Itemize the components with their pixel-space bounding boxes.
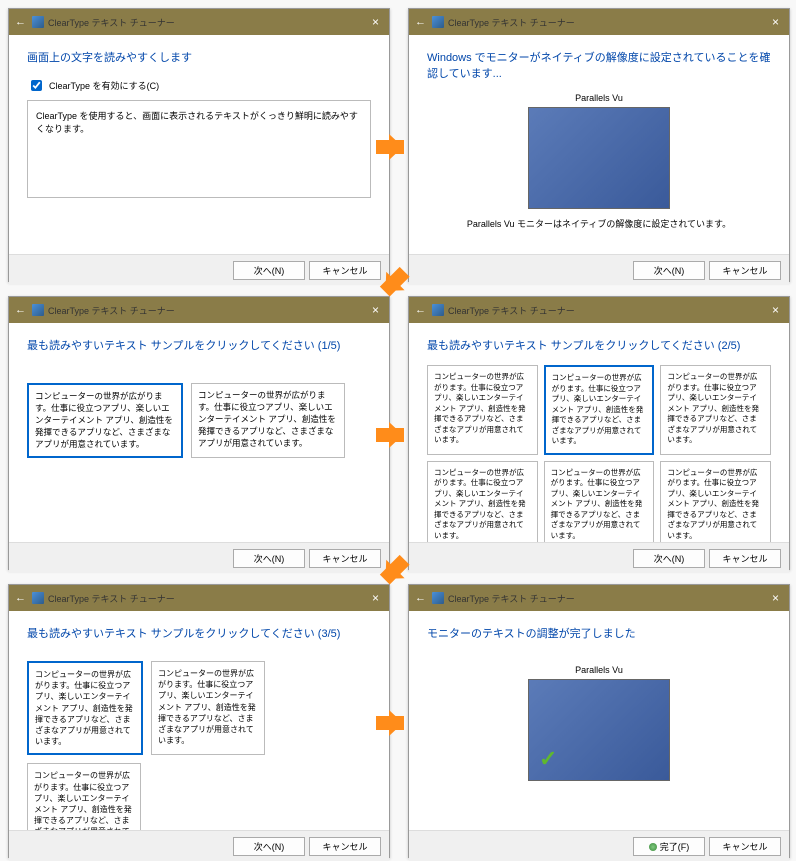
- back-icon[interactable]: ←: [415, 16, 426, 28]
- titlebar: ← ClearType テキスト チューナー ×: [409, 585, 789, 611]
- footer: 次へ(N) キャンセル: [9, 542, 389, 573]
- footer: 次へ(N) キャンセル: [9, 830, 389, 861]
- app-icon: [432, 16, 444, 28]
- close-icon[interactable]: ×: [768, 15, 783, 29]
- page-heading: 最も読みやすいテキスト サンプルをクリックしてください (2/5): [427, 337, 771, 353]
- next-button[interactable]: 次へ(N): [633, 549, 705, 568]
- text-sample[interactable]: コンピューターの世界が広がります。仕事に役立つアプリ、楽しいエンターテイメント …: [427, 365, 538, 455]
- back-icon[interactable]: ←: [415, 592, 426, 604]
- app-title: ClearType テキスト チューナー: [448, 304, 575, 317]
- next-button[interactable]: 次へ(N): [233, 261, 305, 280]
- checkmark-icon: ✓: [539, 746, 557, 772]
- cancel-button[interactable]: キャンセル: [709, 549, 781, 568]
- finish-button[interactable]: 完了(F): [633, 837, 705, 856]
- text-sample[interactable]: コンピューターの世界が広がります。仕事に役立つアプリ、楽しいエンターテイメント …: [544, 461, 655, 549]
- wizard-step-6: ← ClearType テキスト チューナー × モニターのテキストの調整が完了…: [408, 584, 790, 858]
- app-title: ClearType テキスト チューナー: [448, 592, 575, 605]
- text-sample[interactable]: コンピューターの世界が広がります。仕事に役立つアプリ、楽しいエンターテイメント …: [427, 461, 538, 549]
- wizard-step-1: ← ClearType テキスト チューナー × 画面上の文字を読みやすくします…: [8, 8, 390, 282]
- titlebar: ← ClearType テキスト チューナー ×: [9, 297, 389, 323]
- cancel-button[interactable]: キャンセル: [709, 837, 781, 856]
- monitor-preview: ✓: [528, 679, 670, 781]
- wizard-step-4: ← ClearType テキスト チューナー × 最も読みやすいテキスト サンプ…: [408, 296, 790, 570]
- cancel-button[interactable]: キャンセル: [709, 261, 781, 280]
- app-icon: [432, 304, 444, 316]
- monitor-label: Parallels Vu: [427, 665, 771, 675]
- app-icon: [32, 592, 44, 604]
- page-heading: Windows でモニターがネイティブの解像度に設定されていることを確認していま…: [427, 49, 771, 81]
- app-title: ClearType テキスト チューナー: [48, 304, 175, 317]
- arrow-icon: [376, 428, 404, 444]
- titlebar: ← ClearType テキスト チューナー ×: [9, 585, 389, 611]
- app-icon: [32, 16, 44, 28]
- checkbox-label: ClearType を有効にする(C): [49, 79, 159, 92]
- app-title: ClearType テキスト チューナー: [48, 592, 175, 605]
- close-icon[interactable]: ×: [768, 303, 783, 317]
- arrow-icon: [376, 140, 404, 156]
- next-button[interactable]: 次へ(N): [233, 549, 305, 568]
- page-heading: 最も読みやすいテキスト サンプルをクリックしてください (3/5): [27, 625, 371, 641]
- back-icon[interactable]: ←: [15, 304, 26, 316]
- cancel-button[interactable]: キャンセル: [309, 549, 381, 568]
- titlebar: ← ClearType テキスト チューナー ×: [9, 9, 389, 35]
- page-heading: 最も読みやすいテキスト サンプルをクリックしてください (1/5): [27, 337, 371, 353]
- footer: 次へ(N) キャンセル: [409, 542, 789, 573]
- text-sample[interactable]: コンピューターの世界が広がります。仕事に役立つアプリ、楽しいエンターテイメント …: [660, 365, 771, 455]
- text-sample[interactable]: コンピューターの世界が広がります。仕事に役立つアプリ、楽しいエンターテイメント …: [544, 365, 655, 455]
- titlebar: ← ClearType テキスト チューナー ×: [409, 9, 789, 35]
- titlebar: ← ClearType テキスト チューナー ×: [409, 297, 789, 323]
- app-title: ClearType テキスト チューナー: [448, 16, 575, 29]
- cleartype-checkbox-row[interactable]: ClearType を有効にする(C): [27, 77, 371, 94]
- page-heading: 画面上の文字を読みやすくします: [27, 49, 371, 65]
- monitor-label: Parallels Vu: [427, 93, 771, 103]
- page-heading: モニターのテキストの調整が完了しました: [427, 625, 771, 641]
- close-icon[interactable]: ×: [368, 15, 383, 29]
- arrow-icon: [376, 716, 404, 732]
- text-sample[interactable]: コンピューターの世界が広がります。仕事に役立つアプリ、楽しいエンターテイメント …: [151, 661, 265, 755]
- back-icon[interactable]: ←: [415, 304, 426, 316]
- text-sample-1[interactable]: コンピューターの世界が広がります。仕事に役立つアプリ、楽しいエンターテイメント …: [27, 383, 183, 458]
- wizard-step-2: ← ClearType テキスト チューナー × Windows でモニターがネ…: [408, 8, 790, 282]
- footer: 完了(F) キャンセル: [409, 830, 789, 861]
- footer: 次へ(N) キャンセル: [9, 254, 389, 285]
- cancel-button[interactable]: キャンセル: [309, 261, 381, 280]
- next-button[interactable]: 次へ(N): [633, 261, 705, 280]
- next-button[interactable]: 次へ(N): [233, 837, 305, 856]
- back-icon[interactable]: ←: [15, 16, 26, 28]
- footer: 次へ(N) キャンセル: [409, 254, 789, 285]
- text-sample[interactable]: コンピューターの世界が広がります。仕事に役立つアプリ、楽しいエンターテイメント …: [27, 661, 143, 755]
- text-sample-2[interactable]: コンピューターの世界が広がります。仕事に役立つアプリ、楽しいエンターテイメント …: [191, 383, 345, 458]
- cleartype-checkbox[interactable]: [31, 80, 42, 91]
- text-sample[interactable]: コンピューターの世界が広がります。仕事に役立つアプリ、楽しいエンターテイメント …: [660, 461, 771, 549]
- close-icon[interactable]: ×: [768, 591, 783, 605]
- back-icon[interactable]: ←: [15, 592, 26, 604]
- app-icon: [432, 592, 444, 604]
- app-title: ClearType テキスト チューナー: [48, 16, 175, 29]
- wizard-step-5: ← ClearType テキスト チューナー × 最も読みやすいテキスト サンプ…: [8, 584, 390, 858]
- app-icon: [32, 304, 44, 316]
- cancel-button[interactable]: キャンセル: [309, 837, 381, 856]
- wizard-step-3: ← ClearType テキスト チューナー × 最も読みやすいテキスト サンプ…: [8, 296, 390, 570]
- monitor-preview: [528, 107, 670, 209]
- info-box: ClearType を使用すると、画面に表示されるテキストがくっきり鮮明に読みや…: [27, 100, 371, 198]
- monitor-status: Parallels Vu モニターはネイティブの解像度に設定されています。: [427, 217, 771, 230]
